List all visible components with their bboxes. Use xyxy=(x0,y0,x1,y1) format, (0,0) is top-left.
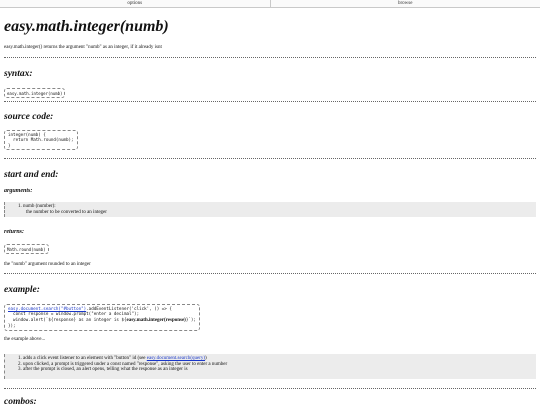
argument-name: numb (number): xyxy=(23,204,56,209)
code-line: }`); xyxy=(186,317,196,322)
step-text: ) xyxy=(205,356,207,361)
returns-code: Math.round(numb) xyxy=(4,244,49,254)
combos-heading: combos: xyxy=(4,397,37,408)
returns-description: the "numb" argument rounded to an intege… xyxy=(4,262,91,268)
code-line: integer(numb) { xyxy=(8,132,46,137)
syntax-code: easy.math.integer(numb) xyxy=(4,88,65,98)
divider xyxy=(4,101,536,102)
divider xyxy=(4,57,536,58)
code-line: window.alert(`${response} as an integer … xyxy=(8,317,127,322)
arguments-heading: arguments: xyxy=(4,188,32,195)
code-line: }); xyxy=(8,323,16,328)
example-above-text: the example above... xyxy=(4,337,45,343)
arguments-list: numb (number):the number to be converted… xyxy=(4,202,536,217)
example-step: after the prompt is closed, an alert ope… xyxy=(23,367,536,373)
search-query-link[interactable]: easy.document.search(query) xyxy=(147,356,205,361)
divider xyxy=(4,158,536,159)
returns-heading: returns: xyxy=(4,229,24,236)
source-code-block: integer(numb) { return Math.round(numb);… xyxy=(4,130,78,150)
syntax-heading: syntax: xyxy=(4,69,33,80)
page-title: easy.math.integer(numb) xyxy=(4,18,169,36)
nav-browse[interactable]: browse xyxy=(270,0,540,7)
divider xyxy=(4,388,536,389)
step-text: after the prompt is closed, an alert ope… xyxy=(23,367,188,372)
argument-item: numb (number):the number to be converted… xyxy=(23,204,536,215)
code-line: } xyxy=(8,143,11,148)
step-text: adds a click event listener to an elemen… xyxy=(23,356,147,361)
document-search-link[interactable]: easy.document.search("#button") xyxy=(8,306,86,311)
top-nav-bar: options browse xyxy=(0,0,540,8)
nav-options[interactable]: options xyxy=(0,0,270,7)
code-line: return Math.round(numb); xyxy=(8,137,74,142)
start-end-heading: start and end: xyxy=(4,170,58,181)
code-line: const response = window.prompt("enter a … xyxy=(8,311,139,316)
step-text: upon clicked, a prompt is triggered unde… xyxy=(23,362,227,367)
divider xyxy=(4,273,536,274)
example-heading: example: xyxy=(4,285,40,296)
code-highlight: easy.math.integer(response) xyxy=(127,318,186,323)
example-steps-list: adds a click event listener to an elemen… xyxy=(4,354,536,379)
example-code-block: easy.document.search("#button").addEvent… xyxy=(4,304,200,331)
argument-description: the number to be converted to an integer xyxy=(23,210,536,216)
intro-text: easy.math.integer() returns the argument… xyxy=(4,45,162,51)
code-line: .addEventListener('click', () => { xyxy=(86,306,172,311)
source-code-heading: source code: xyxy=(4,112,53,123)
